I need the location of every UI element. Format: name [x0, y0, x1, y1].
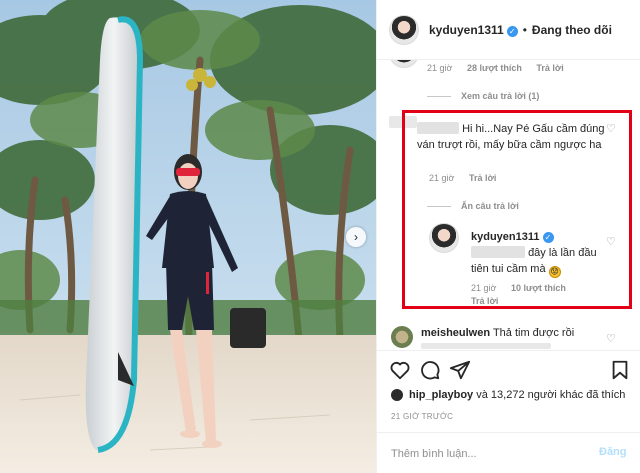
commenter-avatar-blurred	[389, 116, 417, 128]
verified-badge-icon: ✓	[542, 232, 554, 243]
view-replies-button[interactable]: Xem câu trả lời (1)	[427, 91, 539, 101]
heart-icon[interactable]: ♡	[606, 235, 618, 248]
comment-composer: Đăng	[377, 432, 640, 473]
action-bar	[377, 350, 640, 386]
comment-input[interactable]	[391, 445, 591, 463]
liker-avatar[interactable]	[391, 389, 403, 401]
truncated-comment-line	[421, 343, 551, 349]
comment-text: meisheulwen Thả tim được rồi	[421, 327, 575, 339]
verified-badge-icon: ✓	[506, 25, 518, 37]
reply-button[interactable]: Trả lời	[469, 173, 496, 183]
reply-author-username[interactable]: kyduyen1311 ✓	[471, 231, 554, 243]
reply-meta: 21 giờ 10 lượt thích Trả lời	[471, 282, 611, 308]
comment-time: 21 giờ	[429, 173, 455, 183]
beach-photo-illustration	[0, 0, 376, 473]
reply-button[interactable]: Trả lời	[536, 63, 563, 73]
reply-text: đây là lần đầu tiên tui cầm mà 😟	[471, 246, 597, 278]
comment-meta: 21 giờ Trả lời	[429, 173, 508, 183]
author-avatar[interactable]	[389, 14, 419, 45]
heart-icon[interactable]: ♡	[606, 332, 618, 345]
comment-meta: 21 giờ 28 lượt thích Trả lời	[427, 63, 576, 73]
heart-icon[interactable]	[389, 359, 411, 381]
reply-button[interactable]: Trả lời	[471, 296, 498, 306]
comment-time: 21 giờ	[427, 63, 453, 73]
heart-icon[interactable]: ♡	[606, 122, 618, 135]
post-comment-button[interactable]: Đăng	[599, 446, 627, 458]
likes-count-text[interactable]: và 13,272 người khác đã thích	[476, 389, 625, 401]
author-username[interactable]: kyduyen1311 ✓	[429, 23, 518, 37]
commenter-avatar[interactable]	[389, 60, 419, 68]
post-header: kyduyen1311 ✓ • Đang theo dõi	[377, 0, 640, 60]
blurred-username	[417, 122, 459, 134]
divider	[427, 96, 451, 98]
bookmark-icon[interactable]	[609, 359, 631, 381]
comment-likes[interactable]: 28 lượt thích	[467, 63, 522, 73]
reply-author-avatar[interactable]	[429, 223, 459, 253]
reply-likes[interactable]: 10 lượt thích	[511, 283, 566, 293]
worried-face-emoji: 😟	[548, 266, 561, 278]
hide-replies-button[interactable]: Ẩn câu trả lời	[427, 201, 519, 211]
liker-username[interactable]: hip_playboy	[409, 389, 473, 401]
divider	[427, 206, 451, 208]
post-sidebar: kyduyen1311 ✓ • Đang theo dõi 21 giờ 28 l…	[376, 0, 640, 473]
chevron-right-icon[interactable]: ›	[346, 227, 366, 247]
commenter-username[interactable]: meisheulwen	[421, 327, 490, 339]
reply-time: 21 giờ	[471, 283, 497, 293]
likes-summary: hip_playboy và 13,272 người khác đã thíc…	[391, 389, 625, 401]
share-icon[interactable]	[449, 359, 471, 381]
comments-list[interactable]: 21 giờ 28 lượt thích Trả lời Xem câu trả…	[377, 60, 640, 350]
following-button[interactable]: Đang theo dõi	[532, 23, 612, 37]
commenter-avatar[interactable]	[391, 326, 413, 348]
post-timestamp[interactable]: 21 GIỜ TRƯỚC	[391, 412, 453, 421]
header-separator: •	[522, 22, 527, 37]
blurred-mention	[471, 246, 525, 258]
comment-text: Hi hi...Nay Pé Gấu cầm đúng ván trượt rồ…	[417, 122, 605, 151]
post-photo: ›	[0, 0, 376, 473]
comment-icon[interactable]	[419, 359, 441, 381]
